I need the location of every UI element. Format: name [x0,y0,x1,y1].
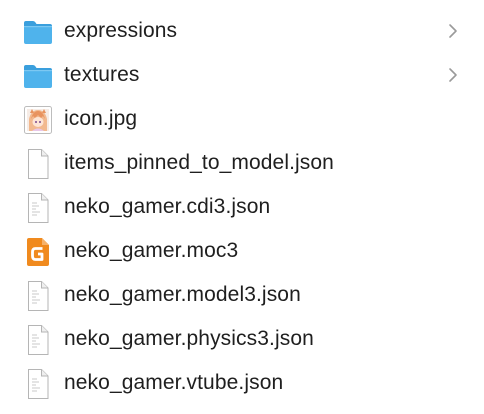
file-name: icon.jpg [64,107,138,130]
folder-icon [22,60,54,92]
list-item[interactable]: neko_gamer.moc3 [0,229,484,273]
chevron-right-icon[interactable] [446,65,460,85]
list-item[interactable]: icon.jpg [0,97,484,141]
text-document-icon [22,368,54,400]
file-name: neko_gamer.model3.json [64,283,301,306]
image-thumbnail-icon [22,104,54,136]
file-list: expressions textures icon.jpg items_pinn… [0,9,484,405]
folder-icon [22,16,54,48]
list-item[interactable]: neko_gamer.physics3.json [0,317,484,361]
chevron-right-icon[interactable] [446,21,460,41]
file-name: neko_gamer.cdi3.json [64,195,271,218]
text-document-icon [22,280,54,312]
list-item[interactable]: textures [0,53,484,97]
moc3-file-icon [22,236,54,268]
list-item[interactable]: expressions [0,9,484,53]
list-item[interactable]: items_pinned_to_model.json [0,141,484,185]
file-name: expressions [64,19,178,42]
file-name: textures [64,63,140,86]
file-name: neko_gamer.vtube.json [64,371,284,394]
list-item[interactable]: neko_gamer.vtube.json [0,361,484,405]
file-name: items_pinned_to_model.json [64,151,334,174]
blank-document-icon [22,148,54,180]
file-name: neko_gamer.moc3 [64,239,239,262]
list-item[interactable]: neko_gamer.model3.json [0,273,484,317]
text-document-icon [22,324,54,356]
text-document-icon [22,192,54,224]
list-item[interactable]: neko_gamer.cdi3.json [0,185,484,229]
file-name: neko_gamer.physics3.json [64,327,314,350]
